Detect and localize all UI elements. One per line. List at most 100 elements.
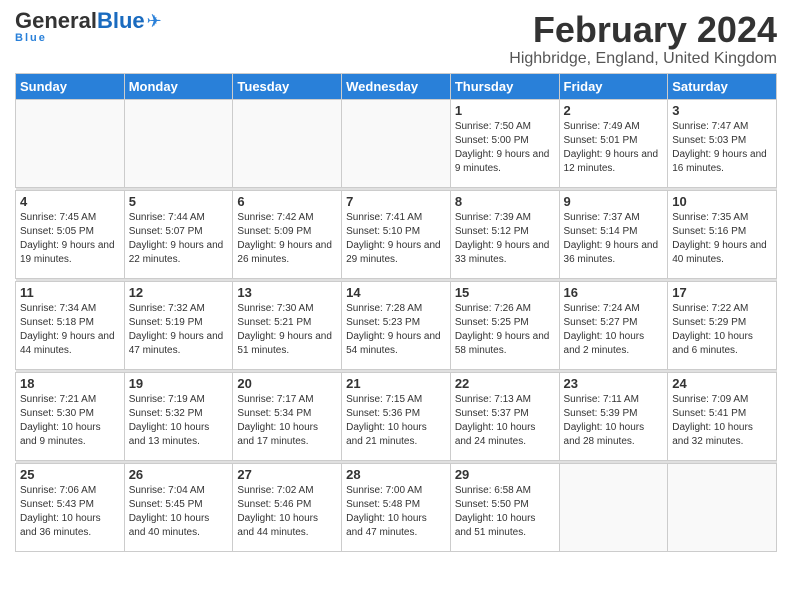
day-info: Sunrise: 7:13 AM Sunset: 5:37 PM Dayligh… — [455, 393, 555, 449]
day-info: Sunrise: 7:15 AM Sunset: 5:36 PM Dayligh… — [346, 393, 446, 449]
day-number: 18 — [20, 376, 120, 391]
day-number: 28 — [346, 467, 446, 482]
calendar-cell — [559, 463, 668, 551]
day-number: 22 — [455, 376, 555, 391]
day-info: Sunrise: 7:09 AM Sunset: 5:41 PM Dayligh… — [672, 393, 772, 449]
day-number: 29 — [455, 467, 555, 482]
calendar-cell: 28 Sunrise: 7:00 AM Sunset: 5:48 PM Dayli… — [342, 463, 451, 551]
day-info: Sunrise: 7:22 AM Sunset: 5:29 PM Dayligh… — [672, 302, 772, 358]
calendar-cell: 25 Sunrise: 7:06 AM Sunset: 5:43 PM Dayli… — [16, 463, 125, 551]
calendar-cell: 7 Sunrise: 7:41 AM Sunset: 5:10 PM Daylig… — [342, 190, 451, 278]
day-number: 19 — [129, 376, 229, 391]
calendar-table: Sunday Monday Tuesday Wednesday Thursday… — [15, 73, 777, 552]
day-info: Sunrise: 7:50 AM Sunset: 5:00 PM Dayligh… — [455, 120, 555, 176]
col-wednesday: Wednesday — [342, 73, 451, 99]
calendar-cell: 2 Sunrise: 7:49 AM Sunset: 5:01 PM Daylig… — [559, 99, 668, 187]
day-info: Sunrise: 7:26 AM Sunset: 5:25 PM Dayligh… — [455, 302, 555, 358]
logo-bird-icon: ✈ — [147, 11, 162, 32]
day-info: Sunrise: 7:00 AM Sunset: 5:48 PM Dayligh… — [346, 484, 446, 540]
day-number: 20 — [237, 376, 337, 391]
day-number: 11 — [20, 285, 120, 300]
day-info: Sunrise: 7:39 AM Sunset: 5:12 PM Dayligh… — [455, 211, 555, 267]
day-number: 4 — [20, 194, 120, 209]
calendar-cell: 19Sunrise: 7:19 AM Sunset: 5:32 PM Dayli… — [124, 372, 233, 460]
logo: GeneralBlue ✈ Blue — [15, 10, 162, 44]
logo-general: General — [15, 8, 97, 33]
day-info: Sunrise: 6:58 AM Sunset: 5:50 PM Dayligh… — [455, 484, 555, 540]
calendar-cell: 17 Sunrise: 7:22 AM Sunset: 5:29 PM Dayli… — [668, 281, 777, 369]
col-thursday: Thursday — [450, 73, 559, 99]
day-info: Sunrise: 7:21 AM Sunset: 5:30 PM Dayligh… — [20, 393, 120, 449]
calendar-cell: 14Sunrise: 7:28 AM Sunset: 5:23 PM Dayli… — [342, 281, 451, 369]
day-number: 5 — [129, 194, 229, 209]
day-info: Sunrise: 7:41 AM Sunset: 5:10 PM Dayligh… — [346, 211, 446, 267]
day-info: Sunrise: 7:11 AM Sunset: 5:39 PM Dayligh… — [564, 393, 664, 449]
title-area: February 2024 Highbridge, England, Unite… — [509, 10, 777, 68]
day-number: 8 — [455, 194, 555, 209]
main-title: February 2024 — [509, 10, 777, 50]
col-saturday: Saturday — [668, 73, 777, 99]
calendar-cell: 12Sunrise: 7:32 AM Sunset: 5:19 PM Dayli… — [124, 281, 233, 369]
day-number: 15 — [455, 285, 555, 300]
week-row-4: 18 Sunrise: 7:21 AM Sunset: 5:30 PM Dayli… — [16, 372, 777, 460]
col-tuesday: Tuesday — [233, 73, 342, 99]
calendar-cell — [668, 463, 777, 551]
calendar-cell: 15 Sunrise: 7:26 AM Sunset: 5:25 PM Dayli… — [450, 281, 559, 369]
day-number: 21 — [346, 376, 446, 391]
day-number: 13 — [237, 285, 337, 300]
day-number: 16 — [564, 285, 664, 300]
day-number: 26 — [129, 467, 229, 482]
calendar-cell: 18 Sunrise: 7:21 AM Sunset: 5:30 PM Dayli… — [16, 372, 125, 460]
day-info: Sunrise: 7:02 AM Sunset: 5:46 PM Dayligh… — [237, 484, 337, 540]
day-info: Sunrise: 7:24 AM Sunset: 5:27 PM Dayligh… — [564, 302, 664, 358]
calendar-cell — [233, 99, 342, 187]
calendar-cell: 22 Sunrise: 7:13 AM Sunset: 5:37 PM Dayli… — [450, 372, 559, 460]
day-info: Sunrise: 7:47 AM Sunset: 5:03 PM Dayligh… — [672, 120, 772, 176]
col-monday: Monday — [124, 73, 233, 99]
subtitle: Highbridge, England, United Kingdom — [509, 50, 777, 68]
day-info: Sunrise: 7:42 AM Sunset: 5:09 PM Dayligh… — [237, 211, 337, 267]
day-info: Sunrise: 7:04 AM Sunset: 5:45 PM Dayligh… — [129, 484, 229, 540]
calendar-cell: 8 Sunrise: 7:39 AM Sunset: 5:12 PM Daylig… — [450, 190, 559, 278]
calendar-cell: 10Sunrise: 7:35 AM Sunset: 5:16 PM Dayli… — [668, 190, 777, 278]
day-number: 25 — [20, 467, 120, 482]
day-info: Sunrise: 7:28 AM Sunset: 5:23 PM Dayligh… — [346, 302, 446, 358]
calendar-cell: 3Sunrise: 7:47 AM Sunset: 5:03 PM Daylig… — [668, 99, 777, 187]
calendar-cell: 6Sunrise: 7:42 AM Sunset: 5:09 PM Daylig… — [233, 190, 342, 278]
day-number: 17 — [672, 285, 772, 300]
calendar-cell: 26 Sunrise: 7:04 AM Sunset: 5:45 PM Dayli… — [124, 463, 233, 551]
day-info: Sunrise: 7:34 AM Sunset: 5:18 PM Dayligh… — [20, 302, 120, 358]
calendar-cell — [342, 99, 451, 187]
day-info: Sunrise: 7:44 AM Sunset: 5:07 PM Dayligh… — [129, 211, 229, 267]
week-row-2: 4 Sunrise: 7:45 AM Sunset: 5:05 PM Daylig… — [16, 190, 777, 278]
day-info: Sunrise: 7:49 AM Sunset: 5:01 PM Dayligh… — [564, 120, 664, 176]
day-number: 27 — [237, 467, 337, 482]
calendar-cell — [16, 99, 125, 187]
calendar-cell: 29 Sunrise: 6:58 AM Sunset: 5:50 PM Dayli… — [450, 463, 559, 551]
calendar-header-row: Sunday Monday Tuesday Wednesday Thursday… — [16, 73, 777, 99]
calendar-cell: 9Sunrise: 7:37 AM Sunset: 5:14 PM Daylig… — [559, 190, 668, 278]
col-sunday: Sunday — [16, 73, 125, 99]
logo-text: GeneralBlue — [15, 10, 145, 32]
calendar-cell: 11 Sunrise: 7:34 AM Sunset: 5:18 PM Dayli… — [16, 281, 125, 369]
day-info: Sunrise: 7:30 AM Sunset: 5:21 PM Dayligh… — [237, 302, 337, 358]
week-row-3: 11 Sunrise: 7:34 AM Sunset: 5:18 PM Dayli… — [16, 281, 777, 369]
day-info: Sunrise: 7:06 AM Sunset: 5:43 PM Dayligh… — [20, 484, 120, 540]
calendar-cell: 27 Sunrise: 7:02 AM Sunset: 5:46 PM Dayli… — [233, 463, 342, 551]
day-number: 7 — [346, 194, 446, 209]
calendar-cell — [124, 99, 233, 187]
calendar-cell: 16 Sunrise: 7:24 AM Sunset: 5:27 PM Dayli… — [559, 281, 668, 369]
calendar-cell: 21 Sunrise: 7:15 AM Sunset: 5:36 PM Dayli… — [342, 372, 451, 460]
day-info: Sunrise: 7:17 AM Sunset: 5:34 PM Dayligh… — [237, 393, 337, 449]
day-number: 2 — [564, 103, 664, 118]
week-row-5: 25 Sunrise: 7:06 AM Sunset: 5:43 PM Dayli… — [16, 463, 777, 551]
calendar-cell: 13 Sunrise: 7:30 AM Sunset: 5:21 PM Dayli… — [233, 281, 342, 369]
calendar-cell: 5 Sunrise: 7:44 AM Sunset: 5:07 PM Daylig… — [124, 190, 233, 278]
calendar-cell: 24Sunrise: 7:09 AM Sunset: 5:41 PM Dayli… — [668, 372, 777, 460]
day-number: 1 — [455, 103, 555, 118]
week-row-1: 1 Sunrise: 7:50 AM Sunset: 5:00 PM Daylig… — [16, 99, 777, 187]
calendar-cell: 20 Sunrise: 7:17 AM Sunset: 5:34 PM Dayli… — [233, 372, 342, 460]
day-number: 9 — [564, 194, 664, 209]
day-info: Sunrise: 7:45 AM Sunset: 5:05 PM Dayligh… — [20, 211, 120, 267]
col-friday: Friday — [559, 73, 668, 99]
